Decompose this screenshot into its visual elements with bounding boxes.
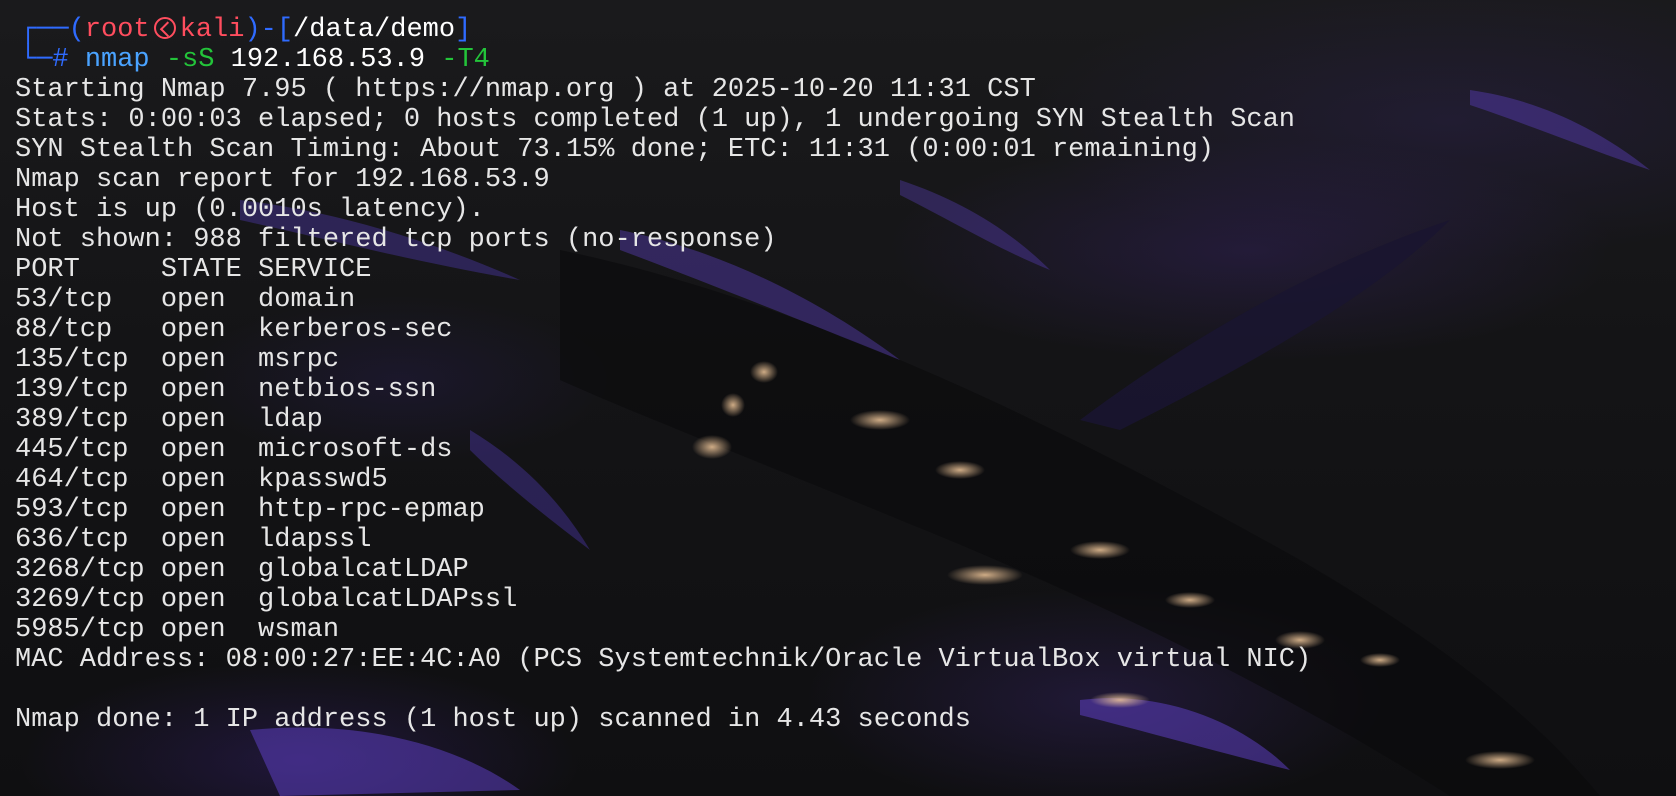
prompt-corner-bottom: └─ (20, 45, 53, 75)
prompt-user: root (84, 15, 150, 45)
command-flag-timing: -T4 (441, 45, 490, 75)
port-row: 135/tcp open msrpc (15, 345, 340, 375)
command-line[interactable]: └─# nmap -sS 192.168.53.9 -T4 (20, 44, 490, 76)
terminal-window[interactable]: ┌──(root kali)-[/data/demo] └─# nmap -sS … (0, 0, 1676, 796)
port-row: 139/tcp open netbios-ssn (15, 375, 437, 405)
prompt-header: ┌──(root kali)-[/data/demo] (20, 14, 471, 46)
output-line: Host is up (0.0010s latency). (15, 195, 485, 225)
kali-skull-icon (153, 17, 176, 39)
port-row: 5985/tcp open wsman (15, 615, 340, 645)
output-line: MAC Address: 08:00:27:EE:4C:A0 (PCS Syst… (15, 645, 1312, 675)
port-row: 593/tcp open http-rpc-epmap (15, 495, 485, 525)
port-row: 88/tcp open kerberos-sec (15, 315, 453, 345)
prompt-close-bracket: ] (455, 15, 472, 45)
port-table-header: PORT STATE SERVICE (15, 255, 372, 285)
output-line: Nmap done: 1 IP address (1 host up) scan… (15, 705, 971, 735)
prompt-close-paren: )- (244, 15, 277, 45)
prompt-host: kali (179, 15, 245, 45)
port-row: 3269/tcp open globalcatLDAPssl (15, 585, 518, 615)
prompt-path: /data/demo (293, 15, 456, 45)
port-row: 3268/tcp open globalcatLDAP (15, 555, 469, 585)
command-name: nmap (84, 45, 150, 75)
port-row: 636/tcp open ldapssl (15, 525, 372, 555)
command-target: 192.168.53.9 (230, 45, 426, 75)
output-line: Starting Nmap 7.95 ( https://nmap.org ) … (15, 75, 1036, 105)
command-flag-scan: -sS (165, 45, 215, 75)
output-line: Stats: 0:00:03 elapsed; 0 hosts complete… (15, 105, 1296, 135)
prompt-hash: # (52, 45, 69, 75)
output-line: SYN Stealth Scan Timing: About 73.15% do… (15, 135, 1214, 165)
prompt-open-paren: ( (68, 15, 85, 45)
port-row: 53/tcp open domain (15, 285, 356, 315)
prompt-corner-top: ┌── (20, 15, 69, 45)
port-row: 389/tcp open ldap (15, 405, 323, 435)
prompt-open-bracket: [ (276, 15, 294, 45)
port-row: 445/tcp open microsoft-ds (15, 435, 453, 465)
output-line: Nmap scan report for 192.168.53.9 (15, 165, 550, 195)
output-line: Not shown: 988 filtered tcp ports (no-re… (15, 225, 777, 255)
port-row: 464/tcp open kpasswd5 (15, 465, 388, 495)
